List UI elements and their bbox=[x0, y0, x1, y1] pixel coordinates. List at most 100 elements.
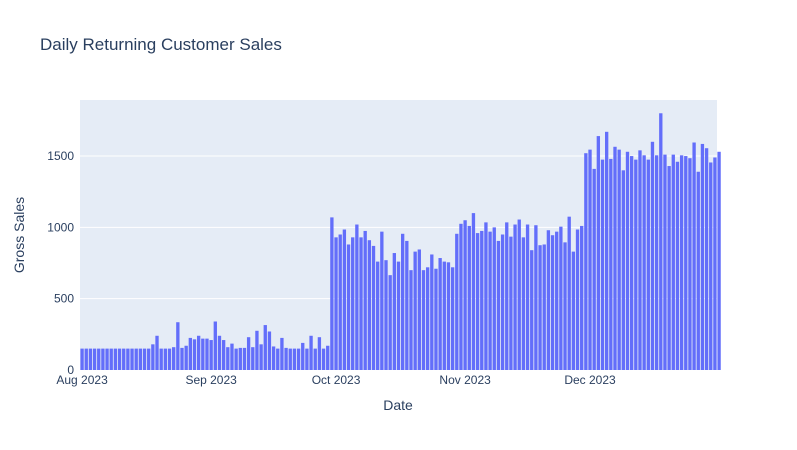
bar[interactable] bbox=[176, 322, 180, 370]
bar[interactable] bbox=[442, 261, 446, 370]
bar[interactable] bbox=[613, 146, 617, 370]
bar[interactable] bbox=[463, 220, 467, 370]
bar[interactable] bbox=[155, 335, 159, 370]
bar[interactable] bbox=[242, 347, 247, 370]
bar[interactable] bbox=[617, 149, 621, 370]
bar[interactable] bbox=[109, 348, 113, 370]
bar[interactable] bbox=[296, 348, 301, 370]
bar[interactable] bbox=[267, 331, 272, 370]
bar[interactable] bbox=[538, 245, 542, 370]
bar[interactable] bbox=[205, 338, 209, 370]
bar[interactable] bbox=[147, 348, 151, 370]
bar[interactable] bbox=[321, 348, 326, 370]
bar[interactable] bbox=[405, 240, 409, 370]
bar[interactable] bbox=[209, 340, 213, 370]
bar[interactable] bbox=[488, 231, 492, 370]
bar[interactable] bbox=[172, 347, 176, 370]
bar[interactable] bbox=[571, 251, 576, 370]
bar[interactable] bbox=[142, 348, 147, 370]
bar[interactable] bbox=[301, 342, 305, 370]
bar[interactable] bbox=[138, 348, 143, 370]
bar[interactable] bbox=[667, 166, 671, 370]
bar[interactable] bbox=[684, 156, 688, 370]
bar[interactable] bbox=[221, 340, 226, 370]
bar[interactable] bbox=[671, 154, 675, 370]
bar[interactable] bbox=[334, 237, 338, 370]
bar[interactable] bbox=[584, 153, 588, 370]
bar[interactable] bbox=[97, 348, 101, 370]
bar[interactable] bbox=[317, 337, 322, 370]
bar[interactable] bbox=[675, 161, 680, 370]
bar[interactable] bbox=[500, 234, 505, 370]
bar[interactable] bbox=[388, 275, 392, 370]
bar[interactable] bbox=[105, 348, 109, 370]
bar[interactable] bbox=[367, 240, 372, 370]
bar[interactable] bbox=[380, 231, 384, 370]
bar[interactable] bbox=[180, 347, 184, 370]
bar[interactable] bbox=[550, 235, 555, 370]
bar[interactable] bbox=[480, 230, 484, 370]
bar[interactable] bbox=[496, 240, 501, 370]
bar[interactable] bbox=[600, 159, 605, 370]
bar[interactable] bbox=[596, 136, 601, 370]
bar[interactable] bbox=[288, 348, 292, 370]
bar[interactable] bbox=[521, 237, 526, 370]
bar[interactable] bbox=[280, 337, 284, 370]
bar[interactable] bbox=[217, 335, 222, 370]
bar[interactable] bbox=[688, 158, 692, 370]
bar[interactable] bbox=[696, 171, 700, 370]
bar[interactable] bbox=[692, 142, 696, 370]
bar[interactable] bbox=[363, 230, 367, 370]
bar[interactable] bbox=[646, 159, 650, 370]
bar[interactable] bbox=[517, 219, 521, 370]
bar[interactable] bbox=[251, 347, 255, 370]
bar[interactable] bbox=[534, 225, 538, 370]
bar[interactable] bbox=[575, 229, 580, 370]
bar[interactable] bbox=[634, 159, 638, 370]
bar[interactable] bbox=[592, 168, 596, 370]
bar[interactable] bbox=[638, 150, 642, 370]
bar[interactable] bbox=[455, 233, 459, 370]
bar[interactable] bbox=[117, 348, 122, 370]
bar[interactable] bbox=[330, 217, 334, 370]
bar[interactable] bbox=[246, 337, 251, 370]
bar[interactable] bbox=[276, 348, 280, 370]
bar[interactable] bbox=[513, 224, 517, 370]
bar[interactable] bbox=[605, 131, 609, 370]
bar[interactable] bbox=[471, 213, 476, 370]
bar[interactable] bbox=[355, 224, 359, 370]
bar[interactable] bbox=[113, 348, 118, 370]
bar[interactable] bbox=[326, 345, 330, 370]
bar[interactable] bbox=[563, 242, 567, 370]
bar[interactable] bbox=[192, 339, 197, 370]
bar[interactable] bbox=[505, 222, 509, 370]
bar[interactable] bbox=[88, 348, 93, 370]
bar[interactable] bbox=[167, 348, 172, 370]
bar[interactable] bbox=[384, 260, 388, 370]
bar[interactable] bbox=[213, 321, 217, 370]
bar[interactable] bbox=[101, 348, 105, 370]
bar[interactable] bbox=[475, 233, 480, 370]
bar[interactable] bbox=[654, 155, 659, 370]
bar[interactable] bbox=[184, 345, 188, 370]
bar[interactable] bbox=[717, 151, 721, 370]
bar[interactable] bbox=[629, 156, 634, 370]
bar[interactable] bbox=[226, 347, 230, 370]
bar[interactable] bbox=[409, 270, 413, 370]
bar[interactable] bbox=[351, 237, 355, 370]
bar[interactable] bbox=[709, 162, 713, 370]
bar[interactable] bbox=[313, 348, 317, 370]
bar[interactable] bbox=[509, 236, 513, 370]
bar[interactable] bbox=[609, 158, 613, 370]
bar[interactable] bbox=[459, 223, 463, 370]
bar[interactable] bbox=[679, 155, 684, 370]
bar[interactable] bbox=[284, 347, 288, 370]
bar[interactable] bbox=[546, 230, 551, 370]
bar[interactable] bbox=[559, 226, 563, 370]
bar[interactable] bbox=[530, 250, 534, 370]
bar[interactable] bbox=[80, 348, 84, 370]
bar[interactable] bbox=[467, 225, 471, 370]
bar[interactable] bbox=[338, 234, 342, 370]
bar[interactable] bbox=[438, 258, 442, 370]
bar[interactable] bbox=[371, 245, 376, 370]
